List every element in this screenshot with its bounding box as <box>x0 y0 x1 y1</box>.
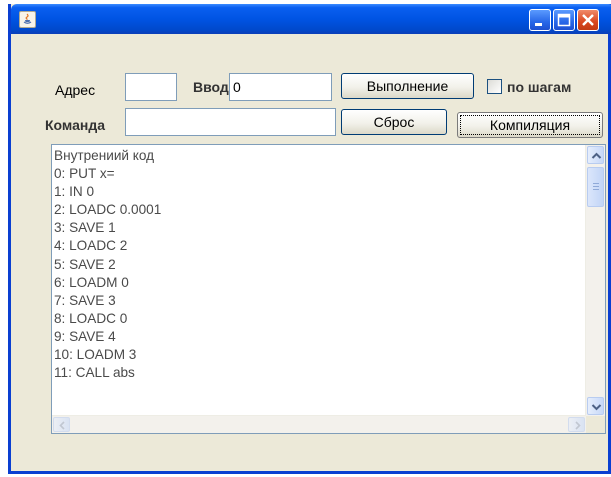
command-field[interactable] <box>125 108 336 136</box>
code-line: 2: LOADC 0.0001 <box>54 202 162 218</box>
thumb-grip <box>593 186 599 187</box>
execute-button[interactable]: Выполнение <box>341 73 474 99</box>
scroll-left-button[interactable] <box>53 417 70 432</box>
code-line: 5: SAVE 2 <box>54 256 116 272</box>
chevron-right-icon <box>575 421 581 430</box>
thumb-grip <box>593 183 599 184</box>
step-mode-label: по шагам <box>507 79 572 95</box>
input-field[interactable] <box>229 73 332 101</box>
code-line: Внутрениий код <box>54 148 155 163</box>
code-line: 8: LOADC 0 <box>54 310 128 326</box>
chevron-down-icon <box>591 404 602 411</box>
code-line: 1: IN 0 <box>54 184 95 200</box>
app-window: Адрес Ввод Выполнение по шагам Команда С… <box>8 4 611 474</box>
java-app-icon <box>19 11 36 28</box>
code-line: 3: SAVE 1 <box>54 220 116 236</box>
vertical-scrollbar[interactable] <box>585 145 605 416</box>
title-bar[interactable] <box>11 4 611 34</box>
compile-button[interactable]: Компиляция <box>457 112 603 138</box>
close-button[interactable] <box>577 9 599 31</box>
maximize-icon <box>557 13 571 27</box>
code-textarea[interactable]: Внутрениий код 0: PUT x= 1: IN 0 2: LOAD… <box>51 144 606 434</box>
reset-button[interactable]: Сброс <box>341 109 447 135</box>
code-line: 0: PUT x= <box>54 166 115 182</box>
command-label: Команда <box>45 117 105 133</box>
chevron-left-icon <box>59 421 65 430</box>
horizontal-scrollbar[interactable] <box>52 415 586 433</box>
code-line: 11: CALL abs <box>54 365 135 381</box>
chevron-up-icon <box>591 152 602 159</box>
code-lines: Внутрениий код 0: PUT x= 1: IN 0 2: LOAD… <box>54 147 584 416</box>
scroll-corner <box>586 416 605 433</box>
code-line: 7: SAVE 3 <box>54 292 116 308</box>
content-pane: Адрес Ввод Выполнение по шагам Команда С… <box>11 34 608 471</box>
thumb-grip <box>593 189 599 190</box>
code-line: 10: LOADM 3 <box>54 347 137 363</box>
minimize-icon <box>535 23 542 26</box>
maximize-button[interactable] <box>553 9 575 31</box>
step-mode-checkbox[interactable] <box>487 79 502 94</box>
address-label: Адрес <box>55 82 96 98</box>
scroll-thumb[interactable] <box>587 167 604 207</box>
scroll-up-button[interactable] <box>587 146 604 164</box>
code-line: 4: LOADC 2 <box>54 238 128 254</box>
code-line: 9: SAVE 4 <box>54 328 116 344</box>
close-icon <box>582 14 594 26</box>
address-field[interactable] <box>125 73 177 101</box>
scroll-right-button[interactable] <box>568 417 585 432</box>
input-label: Ввод <box>193 79 229 95</box>
scroll-down-button[interactable] <box>587 397 604 415</box>
minimize-button[interactable] <box>529 9 551 31</box>
code-line: 6: LOADM 0 <box>54 274 129 290</box>
